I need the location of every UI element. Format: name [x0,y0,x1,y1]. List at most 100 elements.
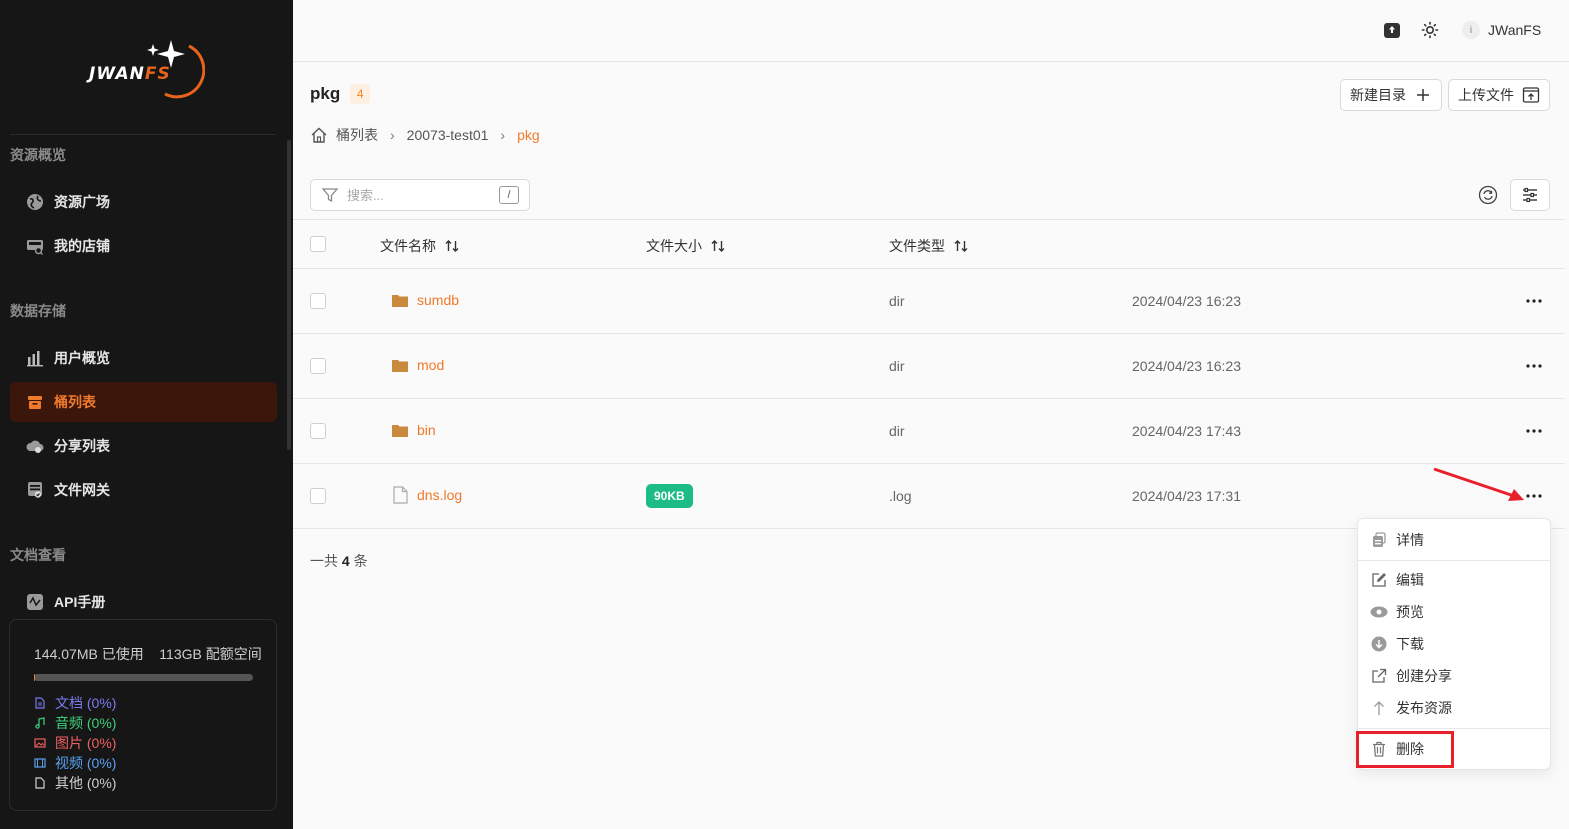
file-name-link[interactable]: sumdb [391,291,459,309]
avatar: i [1462,21,1480,39]
theme-toggle-sun-icon[interactable] [1421,21,1439,39]
file-icon [391,486,409,504]
file-name-link[interactable]: bin [391,421,436,439]
search-box[interactable]: / [310,179,530,211]
row-checkbox[interactable] [310,358,326,374]
menu-divider [1358,728,1550,729]
arrow-up-icon [1370,699,1388,717]
refresh-icon[interactable] [1478,185,1498,205]
plus-icon [1414,86,1432,104]
menu-item-preview[interactable]: 预览 [1370,601,1424,623]
total-count: 一共 4 条 [310,553,368,569]
column-settings-button[interactable] [1510,179,1550,211]
sidebar-item-api-manual[interactable]: API手册 [10,582,277,622]
chevron-right-icon: › [500,127,506,143]
file-type: dir [889,358,905,374]
section-title-storage: 数据存储 [10,303,66,319]
sort-icon[interactable] [953,238,969,254]
file-type: .log [889,488,912,504]
more-actions-icon[interactable] [1523,421,1545,441]
upload-task-icon[interactable] [1383,21,1401,39]
app-logo[interactable]: JWANFS [85,36,206,100]
app-root: JWANFS 资源概览 资源广场 我的店铺 数据存储 用户概览 桶列表 分享列表… [0,0,1569,829]
sidebar-item-bucket-list[interactable]: 桶列表 [10,382,277,422]
row-checkbox[interactable] [310,293,326,309]
row-checkbox[interactable] [310,488,326,504]
file-size-badge: 90KB [646,484,693,508]
sort-icon[interactable] [710,238,726,254]
page-title: pkg 4 [310,84,371,104]
table-row[interactable]: mod dir 2024/04/23 16:23 [293,334,1565,399]
table-row[interactable]: bin dir 2024/04/23 17:43 [293,399,1565,464]
storage-progress-bar [34,674,253,681]
search-input[interactable] [347,187,487,203]
storage-legend: 文档 (0%) 音频 (0%) 图片 (0%) 视频 (0%) 其他 (0%) [34,693,276,793]
home-icon[interactable] [310,126,328,144]
eye-icon [1370,603,1388,621]
new-directory-label: 新建目录 [1350,87,1406,103]
page-title-text: pkg [310,84,341,103]
video-icon [34,757,46,769]
globe-icon [26,193,44,211]
filter-icon [321,186,339,204]
column-header-name[interactable]: 文件名称 [380,236,460,256]
menu-item-details[interactable]: 详情 [1370,529,1424,551]
share-cloud-icon [26,437,44,455]
menu-item-create-share[interactable]: 创建分享 [1370,665,1452,687]
menu-item-publish[interactable]: 发布资源 [1370,697,1452,719]
legend-other: 其他 (0%) [34,773,276,793]
folder-icon [391,421,409,439]
sidebar-item-file-gateway[interactable]: 文件网关 [10,470,277,510]
menu-item-download[interactable]: 下载 [1370,633,1424,655]
gateway-icon [26,481,44,499]
new-directory-button[interactable]: 新建目录 [1340,79,1442,111]
breadcrumb-bucket[interactable]: 20073-test01 [407,127,489,143]
details-icon [1370,531,1388,549]
breadcrumb-bucket-list[interactable]: 桶列表 [336,125,378,145]
upload-icon [1522,86,1540,104]
section-title-overview: 资源概览 [10,147,66,163]
sidebar: JWANFS 资源概览 资源广场 我的店铺 数据存储 用户概览 桶列表 分享列表… [0,0,293,829]
sidebar-item-label: 分享列表 [54,438,110,454]
sidebar-item-label: API手册 [54,594,106,610]
sidebar-item-user-overview[interactable]: 用户概览 [10,338,277,378]
column-header-size[interactable]: 文件大小 [646,236,726,256]
menu-item-edit[interactable]: 编辑 [1370,569,1424,591]
row-checkbox[interactable] [310,423,326,439]
more-actions-icon[interactable] [1523,356,1545,376]
sidebar-item-share-list[interactable]: 分享列表 [10,426,277,466]
image-icon [34,737,46,749]
sidebar-scrollbar[interactable] [287,140,291,450]
document-icon [34,697,46,709]
file-date: 2024/04/23 16:23 [1132,358,1241,374]
sort-icon[interactable] [444,238,460,254]
storage-quota: 113GB 配额空间 [159,646,262,662]
file-type: dir [889,423,905,439]
legend-image: 图片 (0%) [34,733,276,753]
folder-icon [391,356,409,374]
file-name-link[interactable]: mod [391,356,444,374]
upload-file-button[interactable]: 上传文件 [1448,79,1550,111]
sidebar-item-label: 桶列表 [54,394,96,410]
table-row[interactable]: sumdb dir 2024/04/23 16:23 [293,269,1565,334]
sidebar-item-resource-plaza[interactable]: 资源广场 [10,182,277,222]
storage-usage-text: 144.07MB 已使用 113GB 配额空间 [34,644,276,664]
username: JWanFS [1488,22,1542,38]
edit-icon [1370,571,1388,589]
column-header-type[interactable]: 文件类型 [889,236,969,256]
breadcrumb: 桶列表 › 20073-test01 › pkg [310,125,540,145]
user-menu[interactable]: i JWanFS [1462,19,1541,41]
sidebar-item-my-store[interactable]: 我的店铺 [10,226,277,266]
breadcrumb-current: pkg [517,127,540,143]
more-actions-icon[interactable] [1523,291,1545,311]
download-icon [1370,635,1388,653]
file-date: 2024/04/23 16:23 [1132,293,1241,309]
top-bar [293,0,1569,62]
file-name-link[interactable]: dns.log [391,486,462,504]
file-date: 2024/04/23 17:43 [1132,423,1241,439]
legend-audio: 音频 (0%) [34,713,276,733]
logo-text: JWANFS [89,64,171,84]
select-all-checkbox[interactable] [310,236,326,252]
search-shortcut-hint: / [499,186,519,204]
file-date: 2024/04/23 17:31 [1132,488,1241,504]
